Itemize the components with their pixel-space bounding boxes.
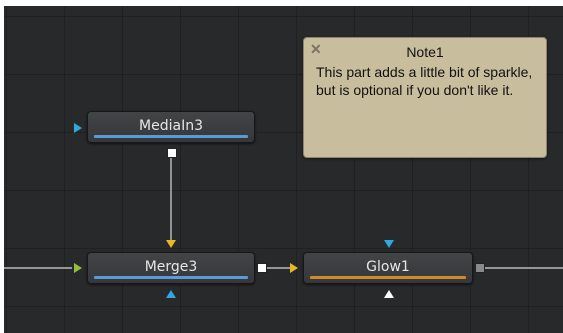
node-mediain3-label: MediaIn3	[139, 118, 203, 134]
node-editor-canvas[interactable]: MediaIn3 Merge3 Glow1 ✕ Note1 This part …	[4, 6, 563, 333]
merge-output-icon[interactable]	[257, 263, 267, 273]
glow-input-icon[interactable]	[290, 263, 298, 273]
node-mediain3[interactable]: MediaIn3	[87, 111, 255, 143]
glow-mask-input-icon[interactable]	[384, 240, 394, 248]
node-glow1[interactable]: Glow1	[303, 252, 473, 284]
node-mediain3-color-bar	[94, 135, 248, 138]
node-merge3-color-bar	[94, 276, 248, 279]
glow-effect-mask-input-icon[interactable]	[384, 290, 394, 298]
sticky-note[interactable]: ✕ Note1 This part adds a little bit of s…	[303, 37, 547, 158]
mediain-mask-input-icon[interactable]	[74, 123, 82, 133]
mediain-output-icon[interactable]	[167, 148, 177, 158]
glow-output-icon[interactable]	[475, 263, 485, 273]
node-glow1-label: Glow1	[366, 259, 410, 275]
merge-background-input-icon[interactable]	[166, 240, 176, 248]
node-merge3[interactable]: Merge3	[87, 252, 255, 284]
node-merge3-label: Merge3	[144, 259, 198, 275]
node-glow1-color-bar	[310, 276, 466, 279]
merge-foreground-input-icon[interactable]	[74, 263, 82, 273]
note-title: Note1	[406, 44, 444, 60]
merge-mask-input-icon[interactable]	[166, 290, 176, 298]
note-body[interactable]: This part adds a little bit of sparkle, …	[316, 63, 538, 99]
